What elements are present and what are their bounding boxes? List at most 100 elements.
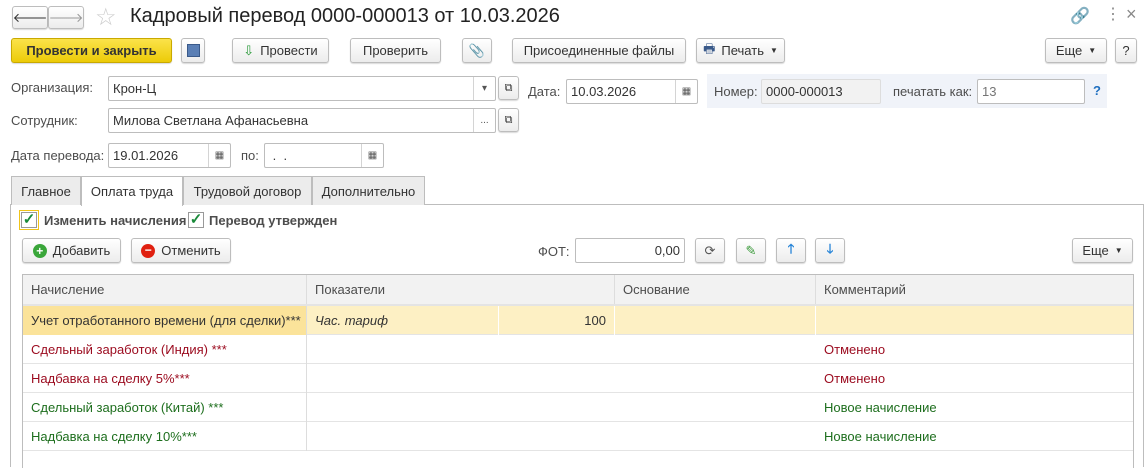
tab-payment[interactable]: Оплата труда (81, 176, 183, 206)
value-cell (499, 335, 615, 364)
refresh-button[interactable]: ⟳ (695, 238, 725, 263)
more-button[interactable]: Еще ▼ (1045, 38, 1107, 63)
value-cell: 100 (499, 306, 615, 335)
tab-label: Оплата труда (90, 184, 174, 199)
forward-button[interactable]: 🡒 (48, 6, 84, 29)
post-icon: ⇩ (243, 42, 255, 58)
back-button[interactable]: 🡐 (12, 6, 48, 29)
attached-files-button[interactable]: Присоединенные файлы (512, 38, 686, 63)
print-as-input[interactable] (977, 79, 1085, 104)
change-accruals-checkbox[interactable]: ✓ (19, 210, 39, 230)
table-row[interactable]: Сдельный заработок (Китай) *** Новое начи… (23, 393, 1133, 422)
calendar-icon[interactable]: ▦ (361, 144, 383, 167)
arrow-up-icon: 🡑 (787, 240, 795, 256)
star-icon[interactable]: ☆ (95, 3, 117, 32)
transfer-date-field[interactable]: 19.01.2026 ▦ (108, 143, 231, 168)
attach-button[interactable]: 📎 (462, 38, 492, 63)
more-label: Еще (1055, 43, 1083, 58)
basis-cell (615, 335, 816, 364)
accrual-cell: Сдельный заработок (Индия) *** (23, 335, 307, 364)
chevron-down-icon: ▼ (1114, 246, 1123, 255)
minus-circle-icon: − (141, 243, 156, 258)
date-label: Дата: (528, 84, 561, 99)
more-vert-icon[interactable]: ⋮ (1105, 4, 1121, 24)
table-row[interactable]: Сдельный заработок (Индия) *** Отменено (23, 335, 1133, 364)
check-label: Проверить (362, 43, 428, 58)
approved-checkbox[interactable]: ✓ (188, 212, 204, 228)
tab-main[interactable]: Главное (11, 176, 81, 205)
post-and-close-button[interactable]: Провести и закрыть (11, 38, 172, 63)
print-button[interactable]: 🖶 Печать ▼ (696, 38, 785, 63)
column-header-accrual[interactable]: Начисление (23, 275, 307, 304)
move-up-button[interactable]: 🡑 (776, 238, 806, 263)
save-icon (186, 44, 200, 57)
column-header-comment[interactable]: Комментарий (816, 275, 1133, 304)
basis-cell (615, 364, 816, 393)
open-icon: ⧉ (504, 81, 513, 94)
comment-cell: Новое начисление (824, 400, 937, 415)
basis-cell (615, 422, 816, 451)
value-cell (499, 364, 615, 393)
table-more-button[interactable]: Еще ▼ (1072, 238, 1133, 263)
chevron-down-icon: ▼ (769, 46, 778, 55)
accrual-cell: Надбавка на сделку 10%*** (23, 422, 307, 451)
check-button[interactable]: Проверить (350, 38, 441, 63)
column-header-basis[interactable]: Основание (615, 275, 816, 304)
approved-label: Перевод утвержден (209, 213, 338, 228)
pencil-icon: ✎ (745, 242, 757, 258)
org-open-button[interactable]: ⧉ (498, 76, 519, 100)
transfer-date-label: Дата перевода: (11, 148, 105, 163)
window-title: Кадровый перевод 0000-000013 от 10.03.20… (130, 5, 560, 27)
indicator-cell (307, 335, 499, 364)
fot-field[interactable]: 0,00 (575, 238, 685, 263)
tab-additional[interactable]: Дополнительно (312, 176, 425, 205)
select-ellipsis-icon[interactable]: ... (473, 109, 495, 132)
tab-label: Трудовой договор (193, 183, 302, 199)
to-date-value: . . (269, 148, 288, 163)
post-label: Провести (260, 43, 318, 58)
number-label: Номер: (714, 84, 758, 99)
basis-cell (615, 393, 816, 422)
help-button[interactable]: ? (1115, 38, 1137, 63)
save-button[interactable] (181, 38, 205, 63)
table-row[interactable]: Надбавка на сделку 10%*** Новое начислени… (23, 422, 1133, 451)
plus-circle-icon: + (32, 243, 47, 258)
org-label: Организация: (11, 80, 94, 95)
tab-label: Главное (21, 183, 71, 199)
move-down-button[interactable]: 🡓 (815, 238, 845, 263)
post-button[interactable]: ⇩ Провести (232, 38, 329, 63)
indicator-cell (307, 422, 499, 451)
date-field[interactable]: 10.03.2026 ▦ (566, 79, 698, 104)
employee-open-button[interactable]: ⧉ (498, 108, 519, 132)
arrow-right-icon: 🡒 (48, 9, 84, 25)
calendar-icon[interactable]: ▦ (675, 80, 697, 103)
employee-value: Милова Светлана Афанасьевна (113, 113, 309, 128)
add-button[interactable]: + Добавить (22, 238, 121, 263)
table-row[interactable]: Учет отработанного времени (для сделки)*… (23, 306, 1133, 335)
edit-button[interactable]: ✎ (736, 238, 766, 263)
paperclip-icon: 📎 (468, 42, 486, 58)
cancel-button[interactable]: − Отменить (131, 238, 231, 263)
date-value: 10.03.2026 (571, 84, 637, 99)
tab-contract[interactable]: Трудовой договор (183, 176, 312, 205)
link-icon[interactable]: 🔗 (1070, 6, 1090, 26)
org-field[interactable]: Крон-Ц ▾ (108, 76, 496, 101)
table-row[interactable]: Надбавка на сделку 5%*** Отменено (23, 364, 1133, 393)
fot-value: 0,00 (654, 243, 680, 258)
employee-field[interactable]: Милова Светлана Афанасьевна... (108, 108, 496, 133)
print-as-label: печатать как: (893, 84, 973, 99)
comment-cell (816, 306, 1133, 335)
dropdown-icon[interactable]: ▾ (473, 77, 495, 100)
comment-cell: Отменено (824, 342, 886, 357)
calendar-icon[interactable]: ▦ (208, 144, 230, 167)
org-value: Крон-Ц (113, 81, 157, 96)
print-as-help-link[interactable]: ? (1093, 83, 1101, 98)
close-icon[interactable]: × (1126, 4, 1137, 25)
value-cell (499, 422, 615, 451)
to-date-field[interactable]: . . ▦ (264, 143, 384, 168)
add-label: Добавить (52, 243, 111, 258)
comment-cell: Новое начисление (824, 429, 937, 444)
column-header-indicators[interactable]: Показатели (307, 275, 615, 304)
refresh-icon: ⟳ (704, 242, 716, 258)
value-cell (499, 393, 615, 422)
